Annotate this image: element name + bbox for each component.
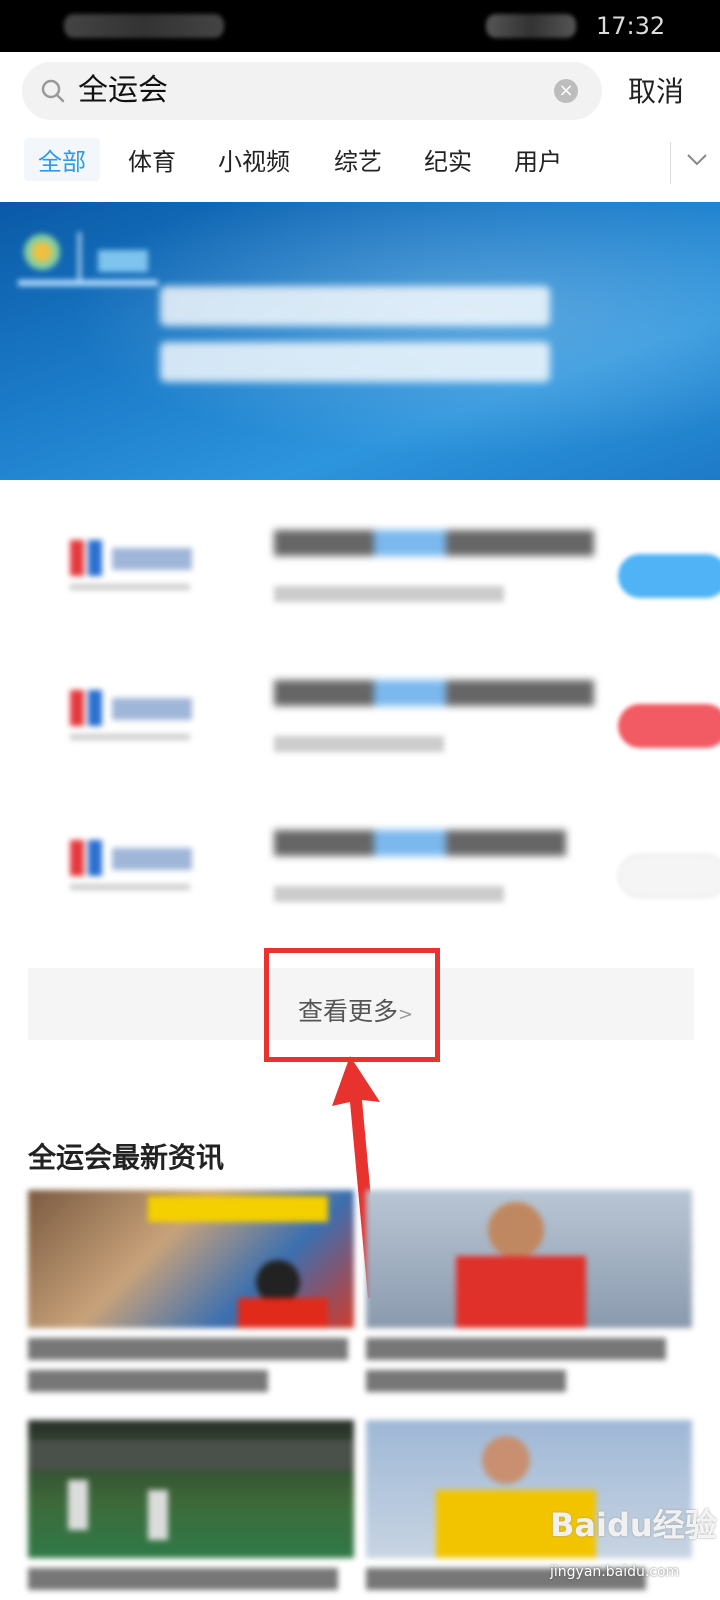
tab-divider bbox=[670, 142, 671, 184]
news-card[interactable] bbox=[28, 1190, 354, 1400]
search-input[interactable]: 全运会 × bbox=[22, 62, 602, 120]
follow-button[interactable] bbox=[618, 704, 720, 748]
list-item[interactable] bbox=[0, 790, 720, 930]
tab-all[interactable]: 全部 bbox=[24, 138, 100, 181]
news-caption bbox=[366, 1338, 692, 1405]
search-icon bbox=[41, 79, 65, 103]
more-button[interactable] bbox=[618, 854, 720, 898]
event-banner[interactable] bbox=[0, 202, 720, 480]
watermark-url: jingyan.baidu.com bbox=[550, 1564, 680, 1580]
news-card[interactable] bbox=[28, 1420, 354, 1600]
highlight-annotation bbox=[264, 948, 440, 1062]
news-caption bbox=[28, 1338, 354, 1405]
event-logo-icon bbox=[18, 232, 158, 286]
banner-image-text bbox=[160, 276, 560, 410]
result-meta bbox=[274, 886, 514, 911]
news-section-heading: 全运会最新资讯 bbox=[28, 1141, 225, 1174]
tab-users[interactable]: 用户 bbox=[514, 142, 562, 177]
tab-short-video[interactable]: 小视频 bbox=[218, 142, 290, 177]
category-tabs: 全部 体育 小视频 综艺 纪实 用户 bbox=[0, 132, 720, 194]
result-meta bbox=[274, 586, 514, 611]
news-card[interactable] bbox=[366, 1190, 692, 1400]
news-image bbox=[28, 1190, 354, 1328]
search-row: 全运会 × 取消 bbox=[0, 52, 720, 132]
list-item[interactable] bbox=[0, 490, 720, 630]
chevron-down-icon[interactable] bbox=[684, 146, 710, 172]
status-icons bbox=[486, 14, 576, 38]
cancel-button[interactable]: 取消 bbox=[628, 70, 684, 110]
news-image bbox=[28, 1420, 354, 1558]
video-thumbnail bbox=[70, 540, 192, 590]
clear-icon[interactable]: × bbox=[554, 79, 578, 103]
carrier-info bbox=[64, 14, 224, 38]
result-title bbox=[274, 530, 594, 567]
status-time: 17:32 bbox=[596, 12, 666, 40]
list-item[interactable] bbox=[0, 640, 720, 780]
video-thumbnail bbox=[70, 840, 192, 890]
play-button[interactable] bbox=[618, 554, 720, 598]
result-meta bbox=[274, 736, 514, 761]
result-title bbox=[274, 680, 594, 717]
tab-sports[interactable]: 体育 bbox=[128, 142, 176, 177]
video-thumbnail bbox=[70, 690, 192, 740]
news-image bbox=[366, 1190, 692, 1328]
news-caption bbox=[28, 1568, 354, 1600]
search-query: 全运会 bbox=[78, 73, 168, 108]
tab-documentary[interactable]: 纪实 bbox=[424, 142, 472, 177]
watermark: Baidu经验 jingyan.baidu.com bbox=[550, 1500, 720, 1600]
baidu-logo-icon: Baidu经验 bbox=[550, 1506, 717, 1544]
result-title bbox=[274, 830, 594, 867]
tab-variety[interactable]: 综艺 bbox=[334, 142, 382, 177]
status-bar: 17:32 bbox=[0, 0, 720, 52]
